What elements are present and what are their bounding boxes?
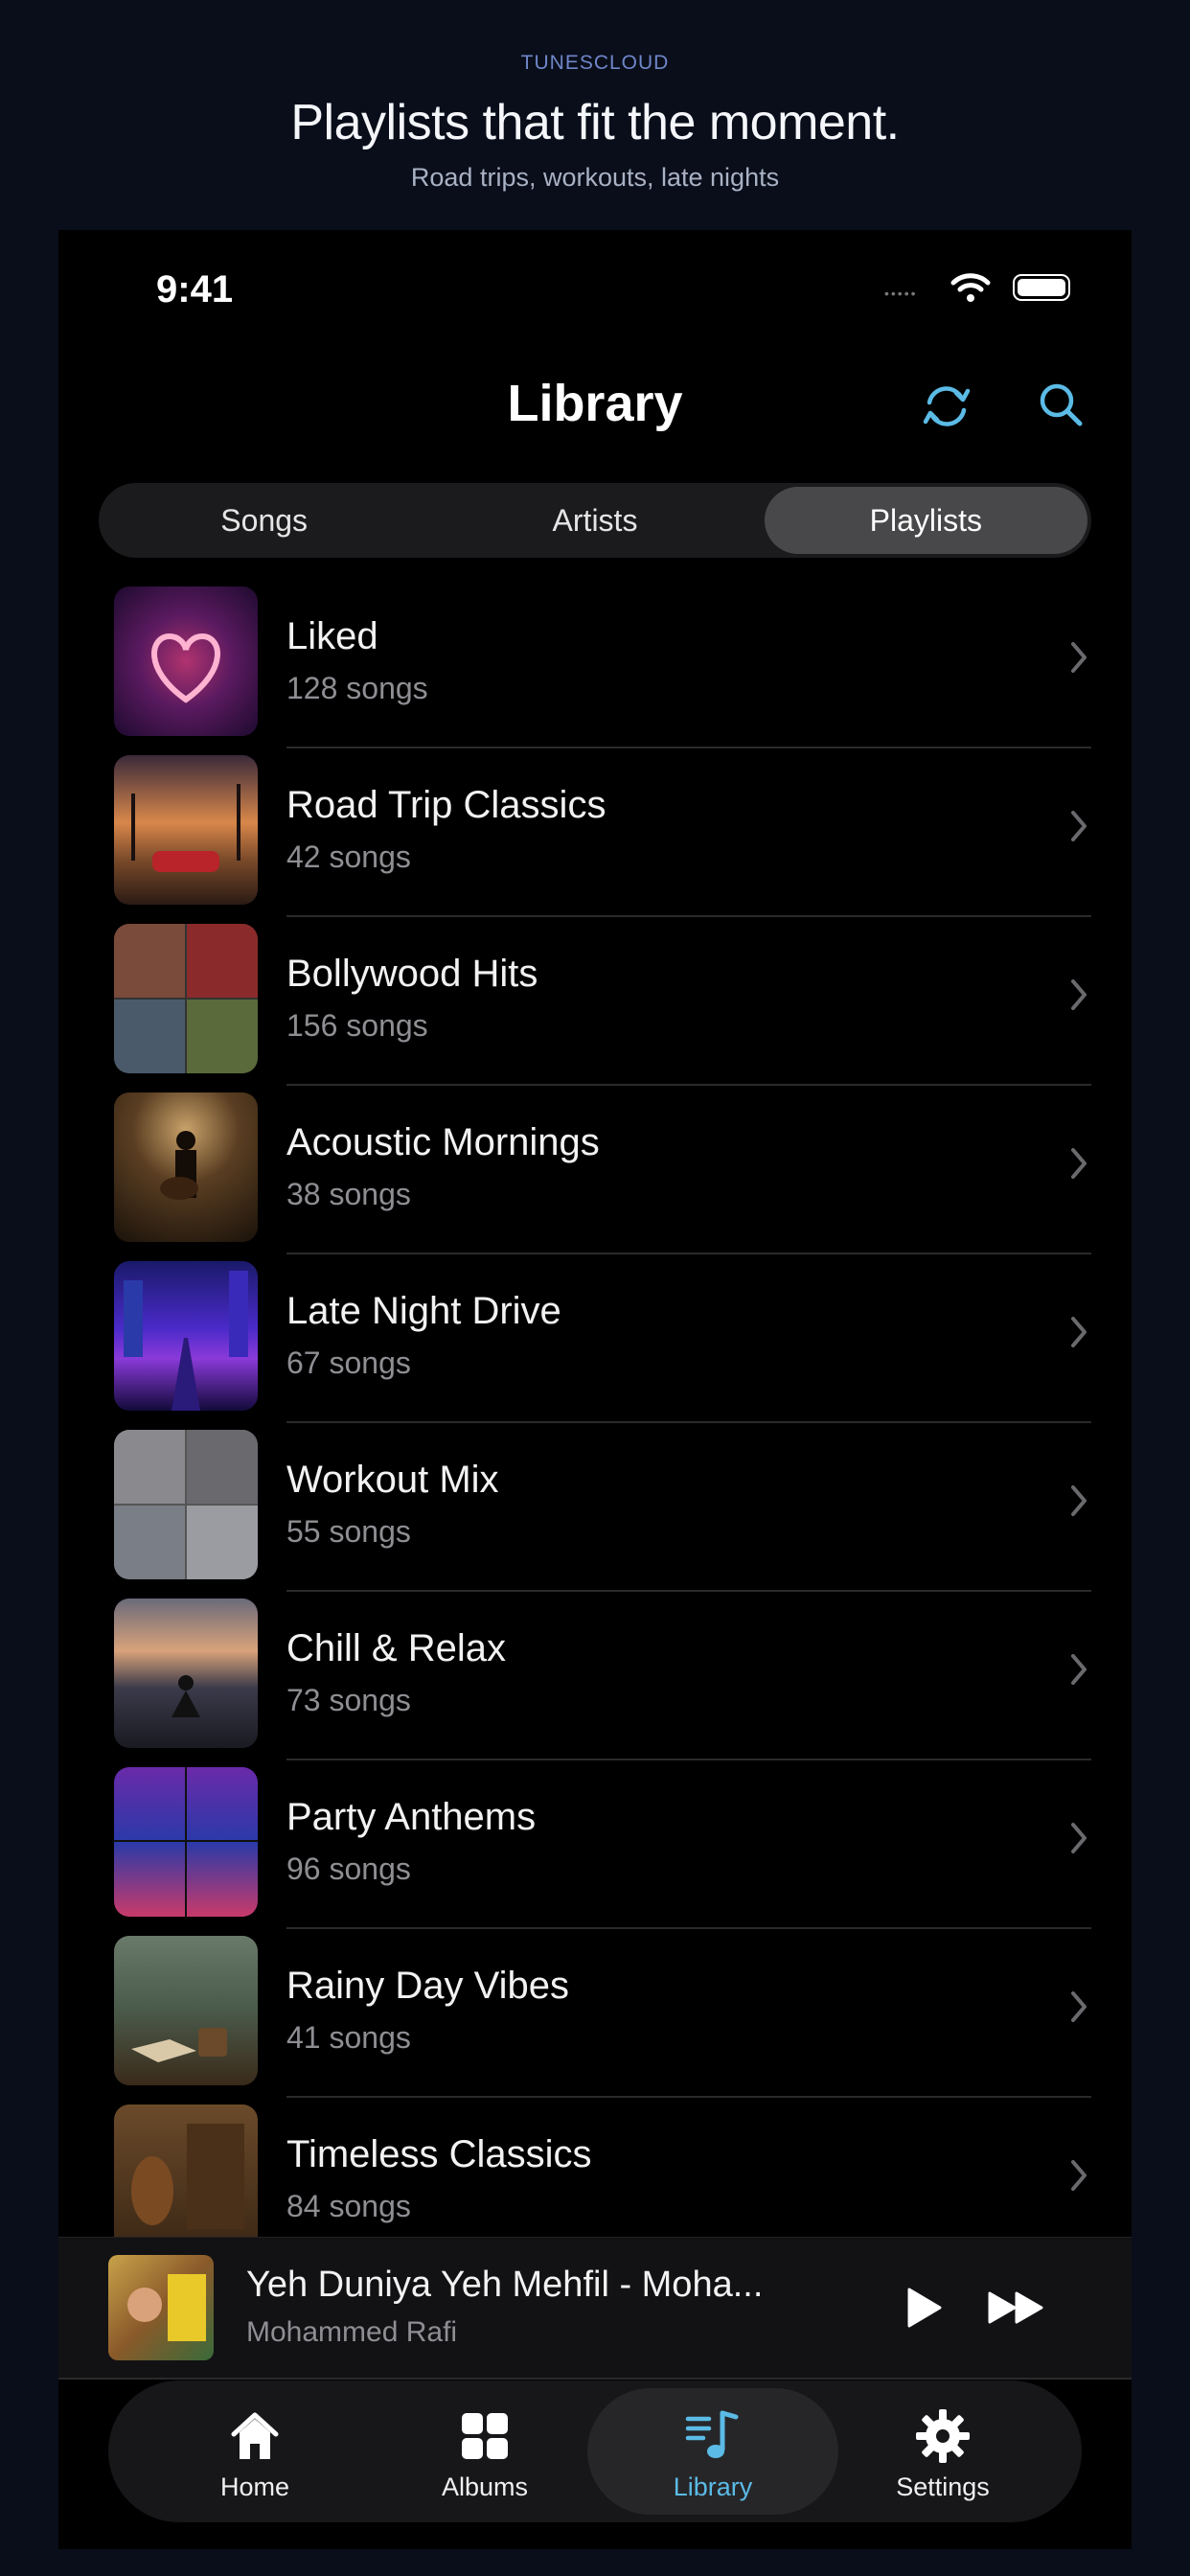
- chevron-right-icon: [1071, 811, 1087, 841]
- guitarist-art: [114, 1092, 258, 1242]
- chevron-right-icon: [1071, 642, 1087, 673]
- playlist-count: 55 songs: [286, 1514, 411, 1549]
- playlist-title: Liked: [286, 615, 378, 657]
- row-divider: [286, 1084, 1091, 1086]
- neon-city-art: [114, 1261, 258, 1411]
- playlist-count: 156 songs: [286, 1008, 428, 1043]
- playlist-row[interactable]: Road Trip Classics 42 songs: [58, 755, 1132, 924]
- now-playing-artwork: [108, 2255, 214, 2360]
- promo-subline: Road trips, workouts, late nights: [410, 163, 780, 192]
- tab-label: Albums: [441, 2472, 529, 2501]
- playlist-row[interactable]: Bollywood Hits 156 songs: [58, 924, 1132, 1092]
- row-divider: [286, 915, 1091, 917]
- playlist-row[interactable]: Late Night Drive 67 songs: [58, 1261, 1132, 1430]
- chevron-right-icon: [1071, 1654, 1087, 1685]
- chevron-right-icon: [1071, 1317, 1087, 1347]
- home-icon: [231, 2412, 279, 2459]
- sync-icon[interactable]: [918, 378, 975, 435]
- playlist-row[interactable]: Rainy Day Vibes 41 songs: [58, 1936, 1132, 2104]
- row-divider: [286, 747, 1091, 748]
- segment-playlists[interactable]: Playlists: [764, 487, 1087, 554]
- segment-songs[interactable]: Songs: [103, 487, 425, 554]
- chevron-right-icon: [1071, 1991, 1087, 2022]
- row-divider: [286, 1759, 1091, 1760]
- playlist-title: Timeless Classics: [286, 2133, 592, 2175]
- sunset-car-art: [114, 755, 258, 905]
- playlist-count: 38 songs: [286, 1177, 411, 1211]
- row-divider: [286, 1590, 1091, 1592]
- playlist-list: Liked 128 songs Road Trip Classics 42 so…: [58, 586, 1132, 2273]
- playlist-count: 42 songs: [286, 840, 411, 874]
- playlist-title: Party Anthems: [286, 1796, 537, 1838]
- row-divider: [286, 1927, 1091, 1929]
- playlist-row[interactable]: Party Anthems 96 songs: [58, 1767, 1132, 1936]
- segment-artists[interactable]: Artists: [433, 487, 756, 554]
- playlist-count: 67 songs: [286, 1346, 411, 1380]
- playlist-title: Road Trip Classics: [286, 784, 606, 826]
- tab-label: Home: [219, 2472, 290, 2501]
- chevron-right-icon: [1071, 1485, 1087, 1516]
- playlist-count: 96 songs: [286, 1852, 411, 1886]
- tab-label: Library: [673, 2472, 753, 2501]
- playlist-count: 41 songs: [286, 2020, 411, 2055]
- now-playing-title: Yeh Duniya Yeh Mehfil - Moha...: [246, 2265, 764, 2305]
- tab-bar: Home Albums Library Settings: [108, 2380, 1082, 2522]
- row-divider: [286, 1421, 1091, 1423]
- heart-art: [114, 586, 258, 736]
- playlist-count: 84 songs: [286, 2189, 411, 2223]
- concert-art: [114, 1767, 258, 1917]
- playlist-row[interactable]: Liked 128 songs: [58, 586, 1132, 755]
- wifi-icon: [950, 273, 991, 302]
- chevron-right-icon: [1071, 979, 1087, 1010]
- tab-home[interactable]: Home: [129, 2388, 380, 2515]
- playlist-title: Late Night Drive: [286, 1290, 561, 1332]
- battery-icon: [1013, 274, 1070, 301]
- playlist-row[interactable]: Acoustic Mornings 38 songs: [58, 1092, 1132, 1261]
- row-divider: [286, 1253, 1091, 1254]
- gear-icon: [916, 2409, 970, 2463]
- chevron-right-icon: [1071, 1148, 1087, 1179]
- phone-screen: 9:41 ••••• Library Songs Artists Playlis…: [58, 230, 1132, 2549]
- vintage-art: [114, 2104, 258, 2254]
- status-time: 9:41: [156, 268, 234, 310]
- playlist-row[interactable]: Workout Mix 55 songs: [58, 1430, 1132, 1598]
- playlist-title: Rainy Day Vibes: [286, 1965, 569, 2007]
- now-playing-artist: Mohammed Rafi: [246, 2316, 458, 2348]
- chevron-right-icon: [1071, 2160, 1087, 2191]
- tab-library[interactable]: Library: [587, 2388, 838, 2515]
- collage-art: [114, 924, 258, 1073]
- playlist-title: Chill & Relax: [286, 1627, 506, 1669]
- playlist-title: Acoustic Mornings: [286, 1121, 600, 1163]
- playlist-row[interactable]: Chill & Relax 73 songs: [58, 1598, 1132, 1767]
- grid-icon: [462, 2413, 508, 2459]
- row-divider: [286, 2096, 1091, 2098]
- playlist-title: Bollywood Hits: [286, 953, 538, 995]
- tab-settings[interactable]: Settings: [817, 2388, 1068, 2515]
- signal-dots: •••••: [884, 286, 918, 301]
- brand-name: TUNESCLOUD: [520, 52, 670, 74]
- playlist-count: 128 songs: [286, 671, 428, 705]
- mini-player[interactable]: Yeh Duniya Yeh Mehfil - Moha... Mohammed…: [58, 2237, 1132, 2380]
- tab-label: Settings: [896, 2472, 990, 2501]
- tab-albums[interactable]: Albums: [359, 2388, 610, 2515]
- rain-coffee-art: [114, 1936, 258, 2085]
- meditation-art: [114, 1598, 258, 1748]
- search-icon[interactable]: [1035, 379, 1088, 432]
- fast-forward-button[interactable]: [986, 2288, 1047, 2328]
- music-list-icon: [685, 2410, 739, 2458]
- promo-headline: Playlists that fit the moment.: [290, 95, 900, 150]
- playlist-title: Workout Mix: [286, 1459, 499, 1501]
- chevron-right-icon: [1071, 1823, 1087, 1853]
- playlist-count: 73 songs: [286, 1683, 411, 1717]
- play-button[interactable]: [902, 2286, 946, 2330]
- library-segmented-control: Songs Artists Playlists: [99, 483, 1091, 558]
- gym-collage-art: [114, 1430, 258, 1579]
